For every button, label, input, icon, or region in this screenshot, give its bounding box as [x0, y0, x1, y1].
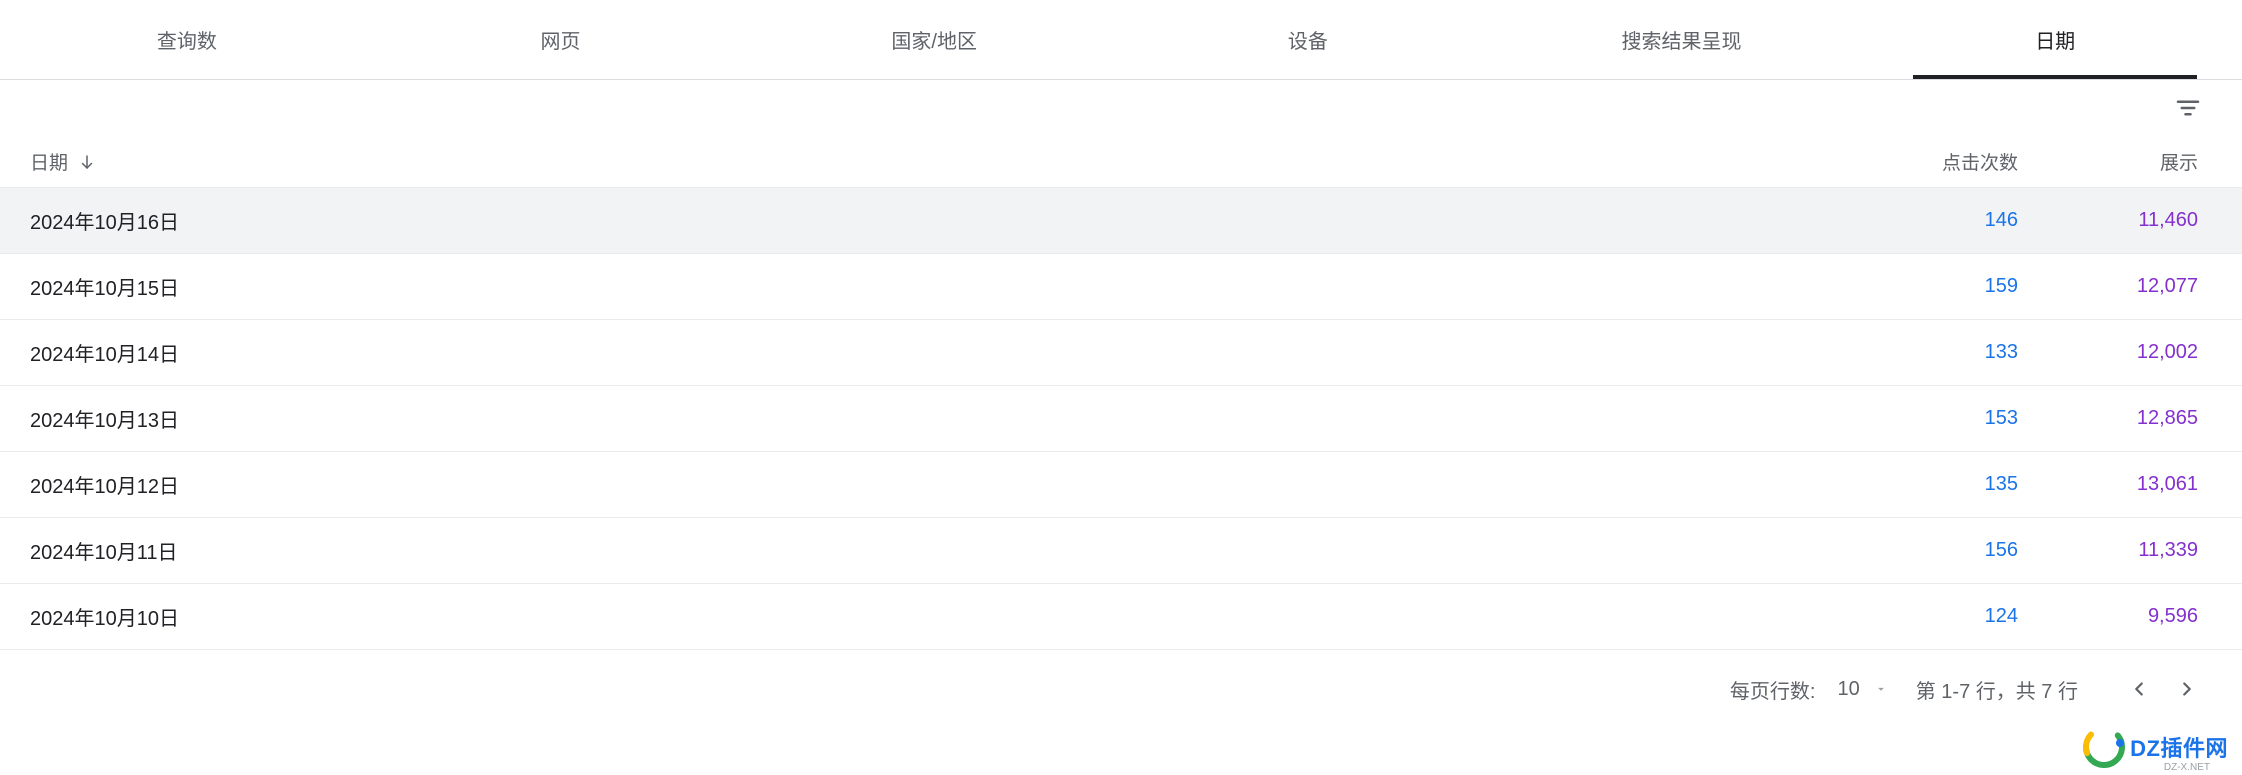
cell-clicks: 156 — [1828, 539, 2018, 562]
prev-page-icon[interactable] — [2128, 678, 2150, 700]
tab-search-appearance[interactable]: 搜索结果呈现 — [1495, 0, 1869, 79]
cell-clicks: 133 — [1828, 341, 2018, 364]
cell-impressions: 12,002 — [2018, 341, 2198, 364]
cell-date: 2024年10月16日 — [30, 206, 1828, 235]
dropdown-caret-icon — [1874, 682, 1888, 696]
table-row[interactable]: 2024年10月10日1249,596 — [0, 584, 2242, 650]
watermark-subtext: DZ-X.NET — [2164, 762, 2210, 773]
table-row[interactable]: 2024年10月14日13312,002 — [0, 320, 2242, 386]
cell-clicks: 153 — [1828, 407, 2018, 430]
cell-date: 2024年10月13日 — [30, 404, 1828, 433]
cell-date: 2024年10月10日 — [30, 602, 1828, 631]
column-header-impressions[interactable]: 展示 — [2018, 148, 2198, 175]
table-row[interactable]: 2024年10月12日13513,061 — [0, 452, 2242, 518]
column-header-date[interactable]: 日期 — [30, 148, 1828, 175]
cell-impressions: 13,061 — [2018, 473, 2198, 496]
table-body: 2024年10月16日14611,4602024年10月15日15912,077… — [0, 188, 2242, 650]
watermark-text: DZ插件网 — [2130, 731, 2228, 763]
tab-label: 查询数 — [157, 25, 217, 54]
table-header: 日期 点击次数 展示 — [0, 136, 2242, 188]
rows-per-page: 每页行数: 10 — [1730, 675, 1888, 704]
cell-impressions: 12,865 — [2018, 407, 2198, 430]
tab-label: 网页 — [541, 25, 581, 54]
tab-countries[interactable]: 国家/地区 — [747, 0, 1121, 79]
cell-impressions: 9,596 — [2018, 605, 2198, 628]
pagination-nav — [2128, 678, 2198, 700]
cell-clicks: 146 — [1828, 209, 2018, 232]
cell-clicks: 159 — [1828, 275, 2018, 298]
cell-clicks: 124 — [1828, 605, 2018, 628]
column-label: 点击次数 — [1942, 153, 2018, 174]
tab-label: 设备 — [1288, 25, 1328, 54]
tab-date[interactable]: 日期 — [1868, 0, 2242, 79]
cell-clicks: 135 — [1828, 473, 2018, 496]
tab-label: 搜索结果呈现 — [1622, 25, 1742, 54]
table-row[interactable]: 2024年10月15日15912,077 — [0, 254, 2242, 320]
rows-per-page-label: 每页行数: — [1730, 675, 1816, 704]
filter-icon[interactable] — [2168, 88, 2208, 128]
rows-per-page-select[interactable]: 10 — [1837, 678, 1887, 701]
tab-label: 日期 — [2035, 25, 2075, 54]
tab-label: 国家/地区 — [891, 25, 977, 54]
table-row[interactable]: 2024年10月13日15312,865 — [0, 386, 2242, 452]
cell-impressions: 11,460 — [2018, 209, 2198, 232]
sort-descending-icon — [78, 153, 96, 171]
watermark-logo: DZ插件网 DZ-X.NET — [2082, 725, 2228, 769]
tab-pages[interactable]: 网页 — [374, 0, 748, 79]
tab-queries[interactable]: 查询数 — [0, 0, 374, 79]
column-header-clicks[interactable]: 点击次数 — [1828, 148, 2018, 175]
cell-impressions: 11,339 — [2018, 539, 2198, 562]
cell-date: 2024年10月15日 — [30, 272, 1828, 301]
cell-date: 2024年10月14日 — [30, 338, 1828, 367]
tab-devices[interactable]: 设备 — [1121, 0, 1495, 79]
column-label: 展示 — [2160, 153, 2198, 174]
table-row[interactable]: 2024年10月11日15611,339 — [0, 518, 2242, 584]
cell-date: 2024年10月12日 — [30, 470, 1828, 499]
column-label: 日期 — [30, 148, 68, 175]
cell-date: 2024年10月11日 — [30, 536, 1828, 565]
pagination-range-label: 第 1-7 行，共 7 行 — [1916, 675, 2078, 704]
rows-per-page-value: 10 — [1837, 678, 1859, 701]
pagination-bar: 每页行数: 10 第 1-7 行，共 7 行 — [0, 650, 2242, 728]
watermark-circle-icon — [2082, 725, 2126, 769]
tabs-bar: 查询数 网页 国家/地区 设备 搜索结果呈现 日期 — [0, 0, 2242, 80]
cell-impressions: 12,077 — [2018, 275, 2198, 298]
filter-bar — [0, 80, 2242, 136]
next-page-icon[interactable] — [2176, 678, 2198, 700]
table-row[interactable]: 2024年10月16日14611,460 — [0, 188, 2242, 254]
